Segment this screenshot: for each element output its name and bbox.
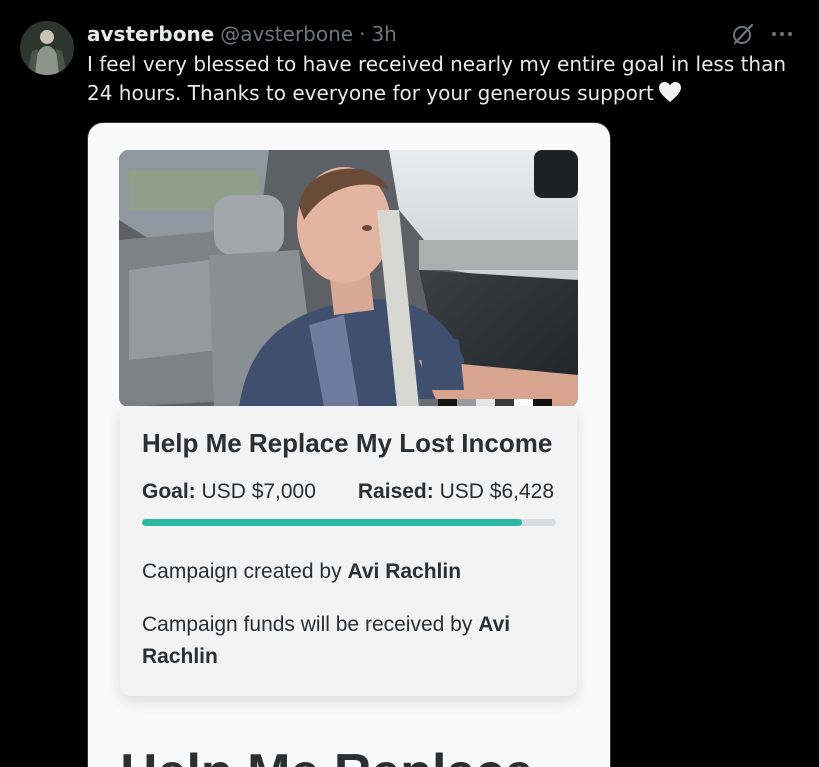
- progress-fill: [142, 519, 523, 526]
- goal-label: Goal:: [142, 480, 196, 503]
- avatar[interactable]: [20, 21, 74, 75]
- goal-stat: Goal: USD $7,000: [142, 480, 316, 504]
- separator: ·: [359, 22, 366, 46]
- progress-bar: [142, 519, 556, 526]
- recipient-prefix: Campaign funds will be received by: [142, 613, 473, 636]
- post-text: I feel very blessed to have received nea…: [87, 50, 787, 111]
- user-handle[interactable]: @avsterbone: [220, 22, 353, 46]
- raised-value: USD $6,428: [439, 480, 554, 503]
- post-time[interactable]: 3h: [371, 22, 396, 46]
- campaign-title: Help Me Replace My Lost Income: [142, 428, 553, 458]
- campaign-card[interactable]: Help Me Replace My Lost Income Goal: USD…: [120, 406, 577, 696]
- white-heart-emoji: [658, 81, 682, 111]
- campaign-creator: Campaign created by Avi Rachlin: [142, 556, 552, 588]
- creator-prefix: Campaign created by: [142, 560, 342, 583]
- post: avsterbone @avsterbone · 3h I feel very …: [0, 0, 819, 767]
- campaign-photo: [119, 150, 578, 407]
- creator-name: Avi Rachlin: [347, 560, 462, 583]
- post-header: avsterbone @avsterbone · 3h: [87, 20, 397, 48]
- grok-icon[interactable]: [731, 22, 755, 46]
- raised-stat: Raised: USD $6,428: [358, 480, 554, 504]
- campaign-heading: Help Me Replace: [120, 743, 533, 767]
- post-media[interactable]: Help Me Replace My Lost Income Goal: USD…: [87, 122, 611, 767]
- display-name[interactable]: avsterbone: [87, 22, 214, 46]
- goal-value: USD $7,000: [201, 480, 316, 503]
- raised-label: Raised:: [357, 480, 434, 503]
- more-icon[interactable]: [769, 22, 795, 46]
- campaign-recipient: Campaign funds will be received by Avi R…: [142, 609, 552, 673]
